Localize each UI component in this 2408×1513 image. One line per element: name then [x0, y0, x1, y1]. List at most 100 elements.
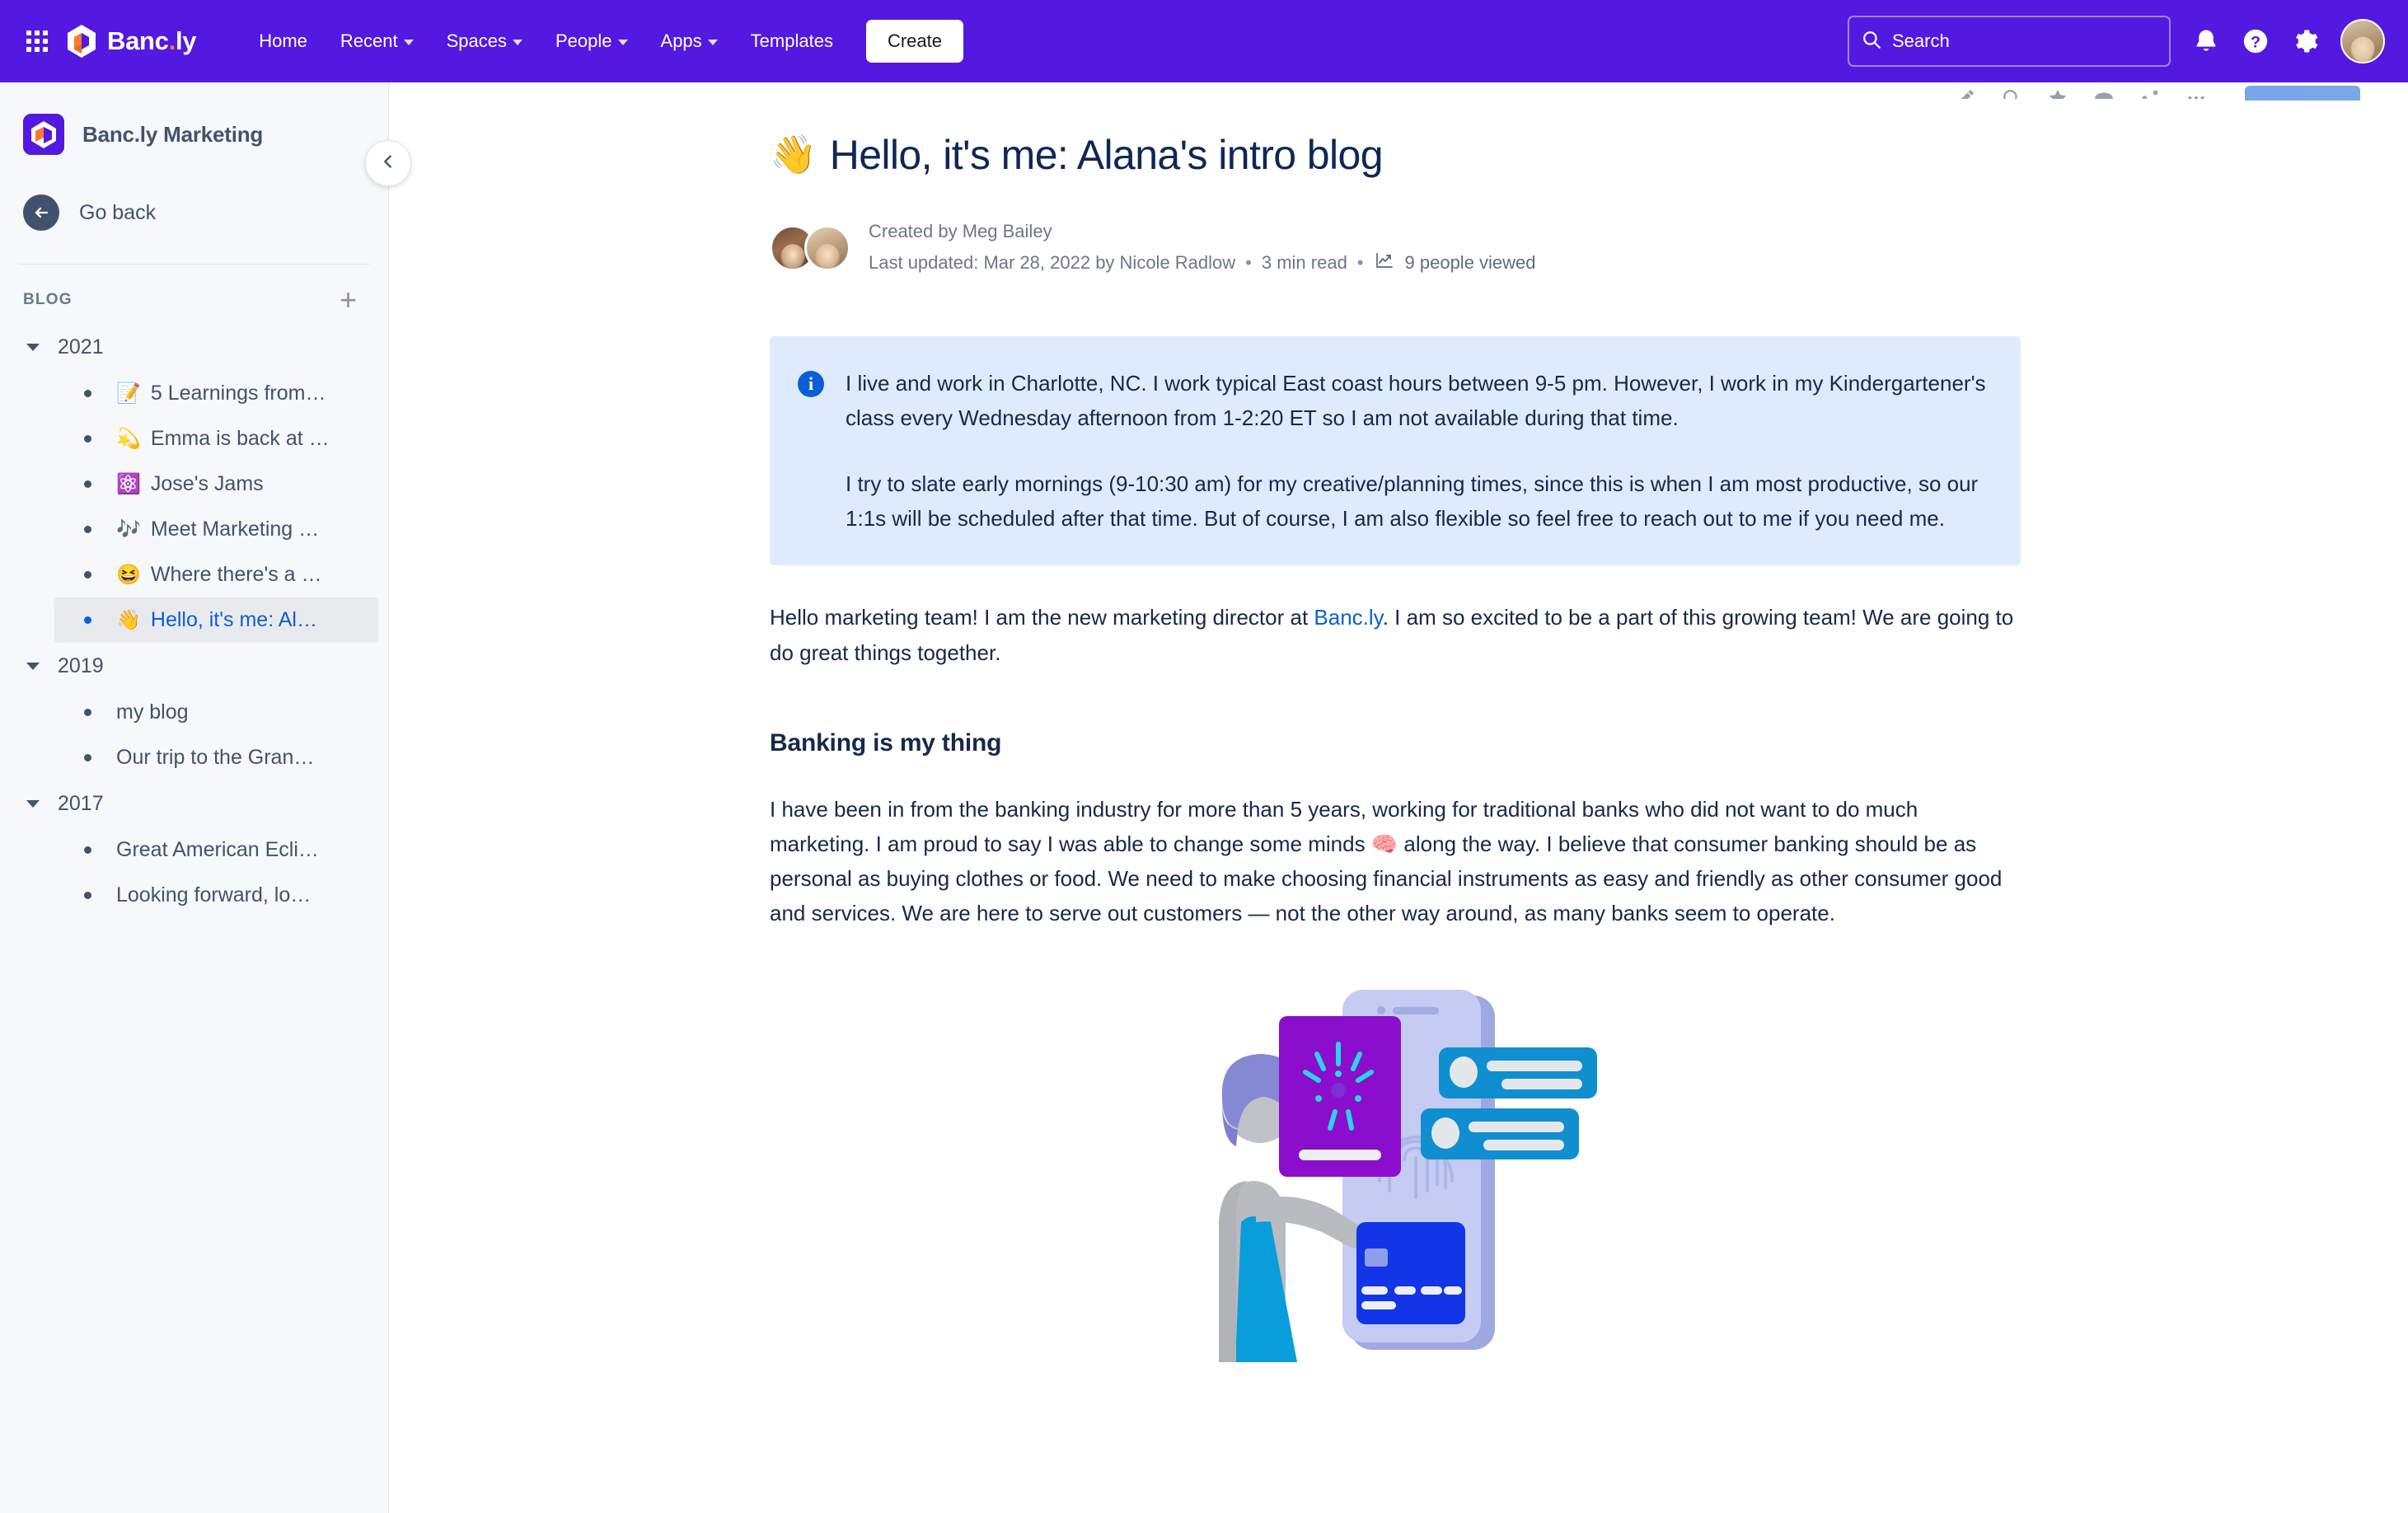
- tree-year-label: 2019: [58, 654, 104, 677]
- tree-item-great-american-eclipse[interactable]: Great American Ecli…: [54, 827, 378, 873]
- metadata-separator: •: [1245, 252, 1252, 273]
- page-actions-partial: [1955, 86, 2360, 101]
- tree-item-label: Our trip to the Gran…: [116, 746, 315, 769]
- breadcrumb[interactable]: [437, 82, 442, 101]
- contributor-avatars[interactable]: [770, 225, 850, 271]
- page-emoji-icon: 💫: [116, 427, 141, 450]
- tree-item-meet-marketing[interactable]: 🎶 Meet Marketing …: [54, 507, 378, 552]
- page-emoji-icon: 📝: [116, 382, 141, 405]
- tree-item-our-trip[interactable]: Our trip to the Gran…: [54, 735, 378, 780]
- tree-item-label: Great American Ecli…: [116, 838, 319, 861]
- nav-item-apps[interactable]: Apps: [644, 21, 734, 62]
- tree-item-looking-forward[interactable]: Looking forward, lo…: [54, 873, 378, 918]
- nav-item-recent[interactable]: Recent: [324, 21, 430, 62]
- illustration-container: [770, 975, 2014, 1363]
- space-header[interactable]: Banc.ly Marketing: [0, 82, 388, 155]
- page-title-text: Hello, it's me: Alana's intro blog: [829, 132, 1384, 178]
- tree-year-2021[interactable]: 2021: [0, 324, 388, 371]
- banking-paragraph: I have been in from the banking industry…: [770, 792, 2014, 930]
- tree-item-emma-is-back[interactable]: 💫 Emma is back at …: [54, 416, 378, 461]
- page-toolbar-partial: [389, 82, 2408, 101]
- tree-item-where-theres-a[interactable]: 😆 Where there's a …: [54, 552, 378, 597]
- sidebar-collapse-button[interactable]: [365, 140, 411, 186]
- tree-year-label: 2017: [58, 792, 104, 815]
- info-circle-icon: i: [798, 371, 824, 397]
- notification-bell-icon[interactable]: [2192, 27, 2220, 55]
- tree-item-label: my blog: [116, 700, 189, 724]
- sidebar-section-label: BLOG: [23, 291, 73, 308]
- nav-item-people[interactable]: People: [539, 21, 644, 62]
- tree-item-hello-its-me[interactable]: 👋 Hello, it's me: Al…: [54, 597, 378, 643]
- avatar: [804, 225, 850, 271]
- tree-item-label: Where there's a …: [150, 563, 322, 586]
- tree-item-label: Looking forward, lo…: [116, 883, 312, 906]
- bullet-icon: [84, 390, 91, 397]
- wave-emoji-icon: 👋: [770, 133, 817, 176]
- created-by-text: Created by Meg Bailey: [869, 221, 1052, 241]
- bullet-icon: [84, 709, 91, 716]
- svg-text:?: ?: [2251, 33, 2260, 51]
- edit-pencil-icon[interactable]: [1955, 87, 1976, 99]
- page-title: 👋 Hello, it's me: Alana's intro blog: [770, 130, 2408, 180]
- chevron-down-icon: [707, 40, 718, 45]
- chevron-down-icon: [26, 344, 40, 351]
- byline-text: Created by Meg Bailey Last updated: Mar …: [869, 221, 1536, 275]
- go-back-button[interactable]: Go back: [0, 194, 388, 231]
- article-body: 👋 Hello, it's me: Alana's intro blog Cre…: [389, 101, 2408, 1363]
- page-views-text: 9 people viewed: [1404, 252, 1536, 273]
- nav-item-home[interactable]: Home: [242, 21, 324, 62]
- bullet-icon: [84, 754, 91, 761]
- add-page-plus-icon[interactable]: +: [340, 285, 357, 314]
- page-emoji-icon: 🎶: [116, 518, 141, 541]
- star-favorite-icon[interactable]: [2047, 87, 2068, 99]
- share-icon[interactable]: [2139, 87, 2161, 99]
- section-heading-banking: Banking is my thing: [770, 728, 1002, 756]
- primary-page-button-partial[interactable]: [2245, 86, 2360, 101]
- intro-text-before: Hello marketing team! I am the new marke…: [770, 605, 1314, 630]
- top-navigation-bar: Banc.ly Home Recent Spaces People Apps T…: [0, 0, 2408, 82]
- tree-item-joses-jams[interactable]: ⚛️ Jose's Jams: [54, 461, 378, 507]
- page-emoji-icon: ⚛️: [116, 472, 141, 495]
- primary-nav-links: Home Recent Spaces People Apps Templates…: [242, 20, 963, 63]
- tree-item-label: Meet Marketing …: [150, 518, 320, 541]
- read-time-text: 3 min read: [1261, 252, 1347, 273]
- tree-year-2017[interactable]: 2017: [0, 780, 388, 827]
- tree-item-label: Emma is back at …: [150, 427, 330, 450]
- help-question-icon[interactable]: ?: [2242, 27, 2270, 55]
- tree-item-5-learnings[interactable]: 📝 5 Learnings from…: [54, 371, 378, 416]
- brain-emoji-icon: 🧠: [1370, 831, 1398, 856]
- tree-item-label: Jose's Jams: [150, 472, 264, 495]
- create-button[interactable]: Create: [865, 20, 963, 63]
- settings-gear-icon[interactable]: [2291, 27, 2319, 55]
- bancly-link[interactable]: Banc.ly: [1314, 605, 1382, 630]
- tree-item-label: 5 Learnings from…: [150, 382, 326, 405]
- nav-item-templates[interactable]: Templates: [734, 21, 850, 62]
- nav-item-spaces[interactable]: Spaces: [430, 21, 539, 62]
- byline: Created by Meg Bailey Last updated: Mar …: [770, 221, 2408, 275]
- search-input[interactable]: Search: [1848, 16, 2171, 67]
- search-page-icon[interactable]: [2001, 87, 2022, 99]
- analytics-chart-icon: [1374, 251, 1395, 275]
- chevron-down-icon: [26, 800, 40, 808]
- bullet-icon: [84, 571, 91, 578]
- app-switcher-grid-icon[interactable]: [26, 30, 48, 52]
- chevron-down-icon: [513, 40, 522, 45]
- bullet-icon: [84, 846, 91, 854]
- more-actions-icon[interactable]: [2185, 87, 2207, 99]
- brand-logo-link[interactable]: Banc.ly: [66, 24, 197, 59]
- info-panel: i I live and work in Charlotte, NC. I wo…: [770, 336, 2021, 566]
- watch-eye-icon[interactable]: [2093, 87, 2115, 99]
- tree-item-my-blog[interactable]: my blog: [54, 690, 378, 735]
- search-placeholder-text: Search: [1892, 30, 1950, 51]
- tree-year-2019[interactable]: 2019: [0, 643, 388, 690]
- page-tree: 2021 📝 5 Learnings from… 💫 Emma is back …: [0, 324, 388, 918]
- main-content-area: 👋 Hello, it's me: Alana's intro blog Cre…: [389, 82, 2408, 1513]
- bullet-icon: [84, 526, 91, 533]
- page-views[interactable]: 9 people viewed: [1374, 251, 1536, 275]
- user-avatar[interactable]: [2340, 19, 2385, 63]
- bullet-icon: [84, 480, 91, 488]
- nav-right-cluster: Search ?: [1848, 16, 2385, 67]
- chevron-left-icon: [379, 152, 397, 175]
- info-paragraph-2: I try to slate early mornings (9-10:30 a…: [846, 471, 1979, 532]
- sidebar-section-header: BLOG +: [0, 265, 388, 314]
